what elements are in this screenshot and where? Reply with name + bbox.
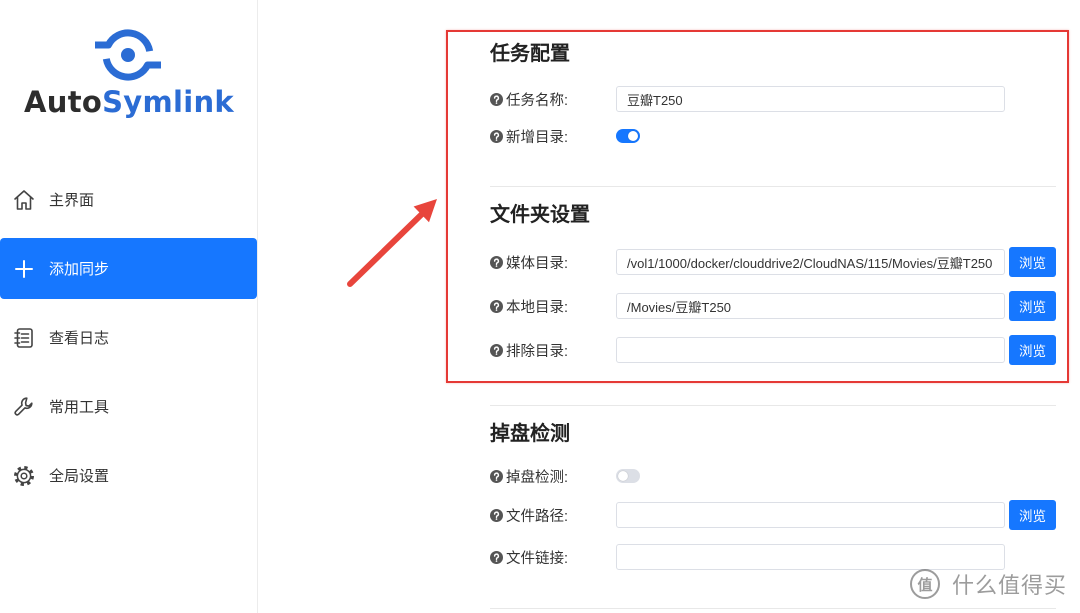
label-text: 新增目录: <box>506 129 569 146</box>
media-dir-label: 媒体目录: <box>490 252 568 272</box>
new-dir-toggle[interactable] <box>616 129 640 143</box>
autosymlink-logo-icon <box>95 29 161 81</box>
sidebar-item-tools[interactable]: 常用工具 <box>0 376 257 437</box>
exclude-dir-browse-button[interactable]: 浏览 <box>1009 335 1056 365</box>
question-circle-icon[interactable] <box>490 508 503 522</box>
exclude-dir-input[interactable] <box>616 337 1005 363</box>
watermark-text: 什么值得买 <box>952 573 1068 598</box>
watermark: 值 什么值得买 <box>910 568 1067 600</box>
file-path-input[interactable] <box>616 502 1005 528</box>
new-dir-label: 新增目录: <box>490 126 568 146</box>
sidebar-item-label: 常用工具 <box>49 399 110 416</box>
sidebar-item-logs[interactable]: 查看日志 <box>0 307 257 368</box>
label-text: 文件链接: <box>506 550 569 567</box>
task-name-input[interactable] <box>616 86 1005 112</box>
question-circle-icon[interactable] <box>490 299 503 313</box>
drop-check-heading: 掉盘检测 <box>490 423 570 445</box>
sidebar-item-label: 添加同步 <box>49 261 110 278</box>
label-text: 排除目录: <box>506 343 569 360</box>
toggle-knob <box>628 131 638 141</box>
media-dir-input[interactable] <box>616 249 1005 275</box>
sidebar: AutoSymlink 主界面 添加同步 查看日志 常用工具 全局设置 <box>0 0 258 613</box>
question-circle-icon[interactable] <box>490 255 503 269</box>
sidebar-item-label: 主界面 <box>49 192 95 209</box>
plus-icon <box>12 257 36 281</box>
label-text: 任务名称: <box>506 92 569 109</box>
file-path-browse-button[interactable]: 浏览 <box>1009 500 1056 530</box>
section-divider <box>490 608 1056 609</box>
brand-name-part2: Symlink <box>102 85 234 119</box>
home-icon <box>12 188 36 212</box>
file-link-input[interactable] <box>616 544 1005 570</box>
section-divider <box>490 186 1056 187</box>
exclude-dir-label: 排除目录: <box>490 340 568 360</box>
section-divider <box>490 405 1056 406</box>
label-text: 媒体目录: <box>506 255 569 272</box>
label-text: 文件路径: <box>506 508 569 525</box>
drop-check-label: 掉盘检测: <box>490 466 568 486</box>
sidebar-item-home[interactable]: 主界面 <box>0 169 257 230</box>
question-circle-icon[interactable] <box>490 550 503 564</box>
folder-settings-heading: 文件夹设置 <box>490 204 590 226</box>
sidebar-item-global-settings[interactable]: 全局设置 <box>0 445 257 506</box>
media-dir-browse-button[interactable]: 浏览 <box>1009 247 1056 277</box>
question-circle-icon[interactable] <box>490 129 503 143</box>
label-text: 掉盘检测: <box>506 469 569 486</box>
question-circle-icon[interactable] <box>490 343 503 357</box>
task-name-label: 任务名称: <box>490 89 568 109</box>
log-icon <box>12 326 36 350</box>
file-link-label: 文件链接: <box>490 547 568 567</box>
task-config-heading: 任务配置 <box>490 43 570 65</box>
brand-name: AutoSymlink <box>0 84 258 120</box>
question-circle-icon[interactable] <box>490 92 503 106</box>
file-path-label: 文件路径: <box>490 505 568 525</box>
local-dir-label: 本地目录: <box>490 296 568 316</box>
watermark-logo-icon: 值 <box>910 569 940 599</box>
local-dir-browse-button[interactable]: 浏览 <box>1009 291 1056 321</box>
drop-check-toggle[interactable] <box>616 469 640 483</box>
gear-icon <box>12 464 36 488</box>
sidebar-item-label: 全局设置 <box>49 468 110 485</box>
brand-name-part1: Auto <box>24 85 103 119</box>
wrench-icon <box>12 395 36 419</box>
sidebar-item-add-sync[interactable]: 添加同步 <box>0 238 257 299</box>
sidebar-item-label: 查看日志 <box>49 330 110 347</box>
label-text: 本地目录: <box>506 299 569 316</box>
question-circle-icon[interactable] <box>490 469 503 483</box>
local-dir-input[interactable] <box>616 293 1005 319</box>
toggle-knob <box>618 471 628 481</box>
annotation-arrow-icon <box>347 199 437 287</box>
